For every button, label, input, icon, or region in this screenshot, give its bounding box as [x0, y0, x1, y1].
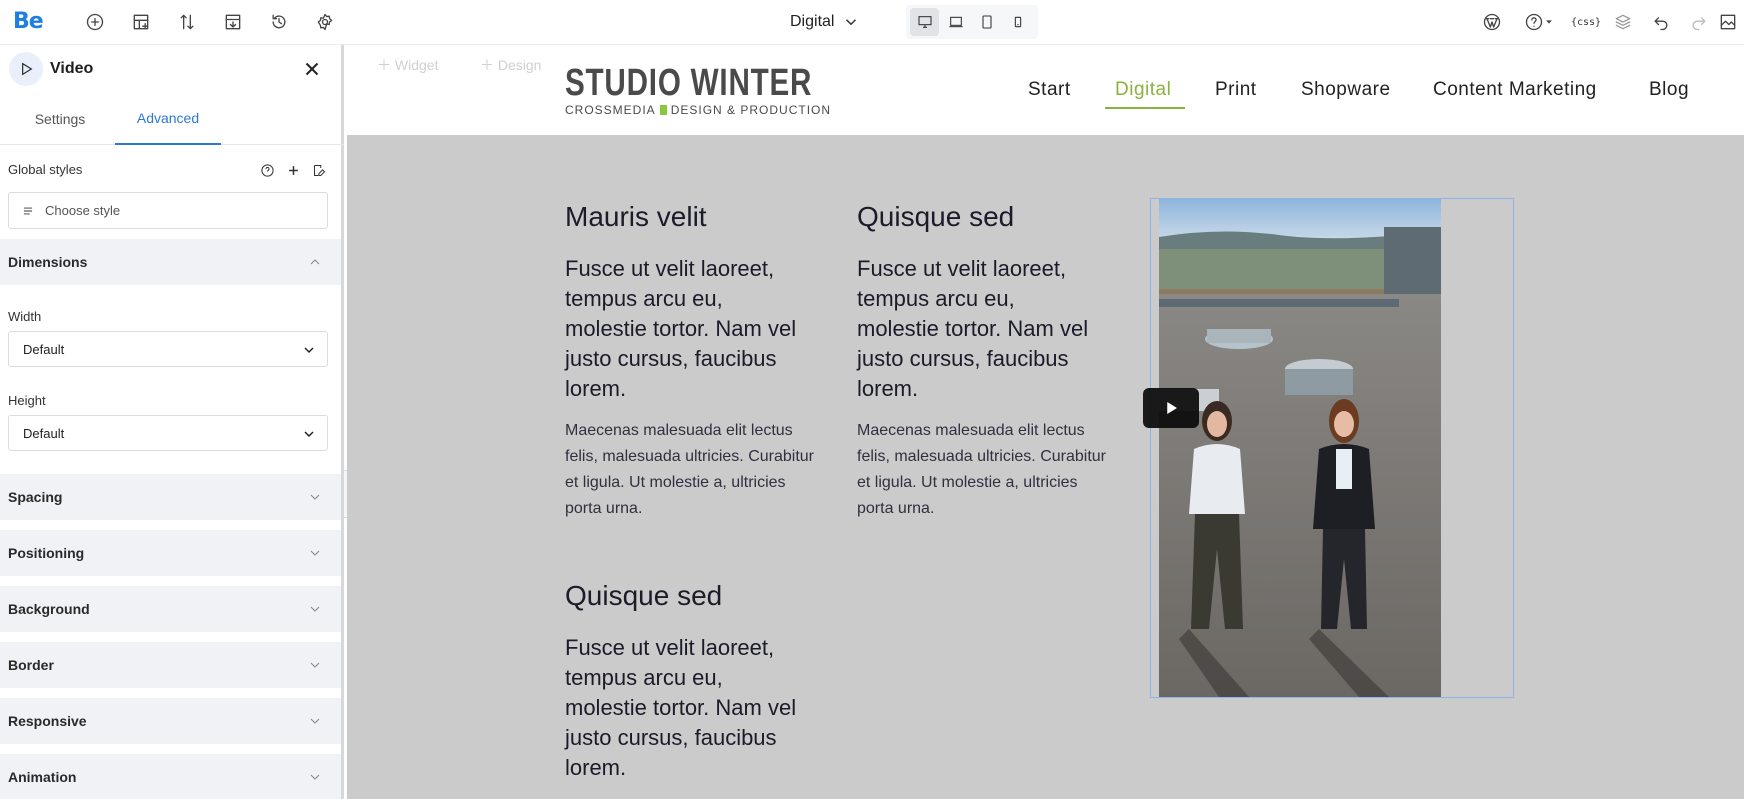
panel-title: Video: [50, 60, 94, 77]
chevron-down-icon: [307, 545, 323, 561]
column-3-title: Quisque sed: [565, 580, 723, 611]
chevron-down-icon: [307, 713, 323, 729]
nav-item-shopware[interactable]: Shopware: [1301, 79, 1391, 101]
undo-icon[interactable]: [1649, 10, 1673, 34]
section-dimensions[interactable]: Dimensions: [0, 239, 341, 285]
nav-item-start[interactable]: Start: [1028, 79, 1071, 101]
play-icon: [1167, 402, 1177, 414]
tablet-icon[interactable]: [972, 8, 1001, 36]
tab-advanced[interactable]: Advanced: [115, 93, 221, 145]
choose-style-placeholder: Choose style: [45, 203, 121, 218]
brand-tag-right: DESIGN & PRODUCTION: [670, 103, 832, 117]
column-1-lead: Fusce ut velit laoreet, tempus arcu eu, …: [565, 256, 797, 401]
site-logo[interactable]: STUDIO WINTER CROSSMEDIA DESIGN & PRODUCT…: [565, 62, 882, 117]
column-1-body: Maecenas malesuada elit lectus felis, ma…: [565, 422, 814, 517]
redo-icon[interactable]: [1687, 10, 1711, 34]
top-toolbar: Be Digital {css}: [0, 0, 1744, 45]
section-positioning-label: Positioning: [8, 545, 85, 561]
video-play-button[interactable]: [1143, 388, 1199, 428]
section-border-label: Border: [8, 657, 54, 673]
column-2-body: Maecenas malesuada elit lectus felis, ma…: [857, 422, 1106, 517]
layers-icon[interactable]: [1611, 10, 1635, 34]
device-switcher: [906, 5, 1038, 39]
ghost-widget-label: Widget: [394, 57, 439, 73]
template-icon[interactable]: [221, 10, 245, 34]
mobile-icon[interactable]: [1003, 8, 1032, 36]
section-responsive-label: Responsive: [8, 713, 87, 729]
section-border[interactable]: Border: [0, 642, 341, 688]
site-header: ＋ Widget ＋ Design STUDIO WINTER CROSSMED…: [347, 45, 1744, 135]
panel-header: Video: [0, 45, 341, 93]
global-styles-row: Global styles: [8, 162, 328, 182]
section-positioning[interactable]: Positioning: [0, 530, 341, 576]
section-background-label: Background: [8, 601, 90, 617]
global-styles-label: Global styles: [8, 162, 83, 177]
list-icon: [23, 207, 33, 214]
column-2-lead: Fusce ut velit laoreet, tempus arcu eu, …: [857, 256, 1089, 401]
laptop-icon[interactable]: [941, 8, 970, 36]
chevron-down-icon: [304, 347, 314, 354]
choose-style-select[interactable]: Choose style: [8, 192, 328, 229]
chevron-down-icon: [304, 431, 314, 438]
width-label: Width: [8, 309, 42, 324]
video-scene-image: [1159, 199, 1441, 697]
ghost-design-button[interactable]: ＋ Design: [480, 55, 541, 75]
section-animation[interactable]: Animation: [0, 754, 341, 799]
help-icon[interactable]: [1522, 10, 1556, 34]
settings-icon[interactable]: [313, 10, 337, 34]
section-spacing[interactable]: Spacing: [0, 474, 341, 520]
chevron-down-icon: [307, 657, 323, 673]
ghost-design-label: Design: [497, 57, 542, 73]
column-1-title: Mauris velit: [565, 201, 707, 232]
column-3-lead: Fusce ut velit laoreet, tempus arcu eu, …: [565, 635, 797, 780]
chevron-up-icon: [307, 254, 323, 270]
history-icon[interactable]: [267, 10, 291, 34]
close-icon[interactable]: [301, 58, 323, 80]
edit-style-icon[interactable]: [311, 162, 328, 179]
width-value: Default: [23, 341, 65, 357]
section-dimensions-label: Dimensions: [8, 254, 88, 270]
column-2-title: Quisque sed: [857, 201, 1015, 232]
layout-icon[interactable]: [129, 10, 153, 34]
height-label: Height: [8, 393, 46, 408]
sort-icon[interactable]: [175, 10, 199, 34]
nav-item-content-marketing[interactable]: Content Marketing: [1433, 79, 1597, 101]
page-selector[interactable]: Digital: [790, 10, 860, 34]
desktop-icon[interactable]: [910, 8, 939, 36]
section-spacing-label: Spacing: [8, 489, 63, 505]
tab-settings[interactable]: Settings: [8, 93, 112, 145]
builder-logo[interactable]: Be: [13, 9, 44, 34]
page-canvas: ＋ Widget ＋ Design STUDIO WINTER CROSSMED…: [347, 45, 1744, 799]
height-select[interactable]: Default: [8, 415, 328, 451]
wordpress-icon[interactable]: [1480, 10, 1504, 34]
chevron-down-icon: [307, 769, 323, 785]
chevron-down-icon: [307, 601, 323, 617]
brand-square: [659, 105, 667, 115]
brand-name: STUDIO WINTER: [565, 62, 813, 104]
panel-tabs: Settings Advanced: [0, 93, 344, 145]
nav-item-digital[interactable]: Digital: [1115, 79, 1171, 101]
video-element-icon: [9, 52, 43, 86]
help-icon[interactable]: [259, 162, 276, 179]
page-selector-label: Digital: [790, 13, 835, 30]
section-animation-label: Animation: [8, 769, 77, 785]
section-background[interactable]: Background: [0, 586, 341, 632]
chevron-down-icon: [307, 489, 323, 505]
exit-icon[interactable]: [1716, 10, 1740, 34]
section-responsive[interactable]: Responsive: [0, 698, 341, 744]
nav-active-underline: [1105, 107, 1185, 109]
height-value: Default: [23, 425, 65, 441]
element-settings-panel: Video Settings Advanced Global styles Ch…: [0, 45, 344, 799]
brand-tagline: CROSSMEDIA DESIGN & PRODUCTION: [565, 103, 882, 117]
css-icon[interactable]: {css}: [1571, 10, 1601, 34]
ghost-widget-button[interactable]: ＋ Widget: [377, 55, 438, 75]
nav-item-blog[interactable]: Blog: [1649, 79, 1689, 101]
add-style-icon[interactable]: [285, 162, 302, 179]
add-element-icon[interactable]: [83, 10, 107, 34]
nav-item-print[interactable]: Print: [1215, 79, 1257, 101]
video-thumbnail[interactable]: [1159, 199, 1441, 697]
chevron-down-icon: [846, 19, 857, 26]
brand-tag-left: CROSSMEDIA: [565, 103, 656, 117]
width-select[interactable]: Default: [8, 331, 328, 367]
